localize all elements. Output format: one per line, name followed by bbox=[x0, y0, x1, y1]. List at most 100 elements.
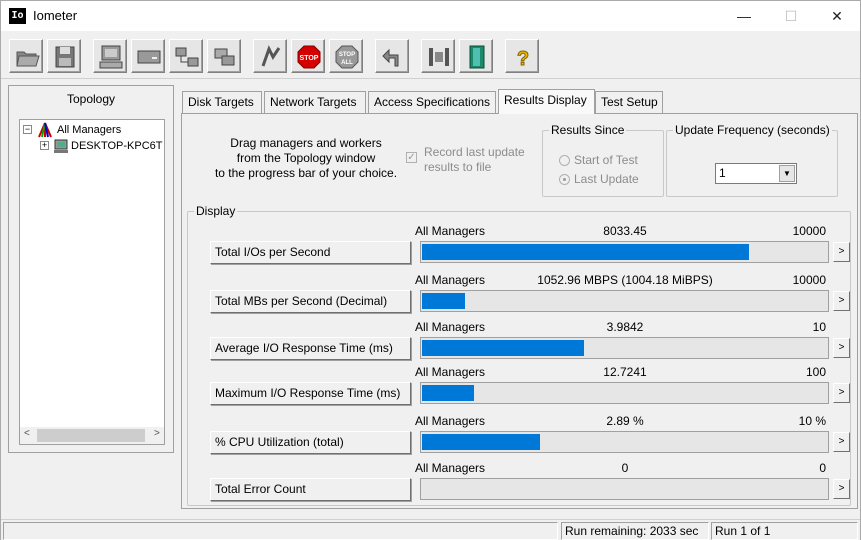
metric-progress-bar[interactable] bbox=[420, 337, 829, 359]
metric-max-label: 10 % bbox=[798, 414, 826, 428]
metric-value-label: 0 bbox=[621, 461, 629, 475]
exit-button[interactable] bbox=[459, 39, 493, 73]
tab-disk-targets[interactable]: Disk Targets bbox=[182, 91, 262, 113]
close-button[interactable]: ✕ bbox=[814, 1, 860, 31]
record-results-checkbox[interactable]: ✓ Record last update results to file bbox=[406, 145, 546, 175]
metric-source-label: All Managers bbox=[415, 461, 486, 475]
display-legend: Display bbox=[196, 204, 236, 218]
update-frequency-legend: Update Frequency (seconds) bbox=[675, 123, 830, 137]
metric-source-label: All Managers bbox=[415, 224, 486, 238]
drag-instructions: Drag managers and workers from the Topol… bbox=[214, 136, 398, 180]
display-group: Display All Managers 8033.45 10000 Total I/… bbox=[187, 204, 851, 506]
metric-more-button[interactable]: > bbox=[833, 479, 850, 499]
svg-text:STOP: STOP bbox=[300, 55, 319, 62]
expand-icon[interactable]: + bbox=[40, 141, 49, 150]
reset-workers-button[interactable] bbox=[375, 39, 409, 73]
open-config-button[interactable] bbox=[9, 39, 43, 73]
metric-progress-bar[interactable] bbox=[420, 431, 829, 453]
scroll-right-icon[interactable]: > bbox=[154, 428, 160, 439]
computer-icon bbox=[99, 45, 123, 69]
metric-select-button[interactable]: Total Error Count bbox=[210, 478, 411, 501]
save-config-button[interactable] bbox=[47, 39, 81, 73]
metric-more-button[interactable]: > bbox=[833, 432, 850, 452]
metric-progress-bar[interactable] bbox=[420, 382, 829, 404]
undo-arrow-icon bbox=[382, 48, 399, 67]
duplicate-worker-button[interactable] bbox=[169, 39, 203, 73]
radio-start-of-test[interactable]: Start of Test bbox=[559, 153, 638, 167]
metric-progress-bar[interactable] bbox=[420, 290, 829, 312]
tab-network-targets[interactable]: Network Targets bbox=[264, 91, 366, 113]
metric-value-label: 1052.96 MBPS (1004.18 MiBPS) bbox=[537, 273, 713, 287]
metric-select-button[interactable]: Total MBs per Second (Decimal) bbox=[210, 290, 411, 313]
network-icon bbox=[175, 47, 199, 67]
record-label-line2: results to file bbox=[424, 160, 492, 174]
results-since-group: Results Since Start of Test Last Update bbox=[542, 123, 664, 197]
manager-computer-icon bbox=[54, 139, 68, 153]
new-disk-worker-button[interactable] bbox=[93, 39, 127, 73]
metric-select-button[interactable]: % CPU Utilization (total) bbox=[210, 431, 411, 454]
stop-all-tests-button[interactable]: STOP ALL bbox=[329, 39, 363, 73]
metric-source-label: All Managers bbox=[415, 320, 486, 334]
dropdown-arrow-icon[interactable]: ▼ bbox=[779, 165, 795, 182]
metric-source-label: All Managers bbox=[415, 365, 486, 379]
tab-access-specifications[interactable]: Access Specifications bbox=[368, 91, 496, 113]
metric-max-label: 0 bbox=[819, 461, 826, 475]
title-bar: Io Iometer — ☐ ✕ bbox=[1, 1, 860, 31]
radio-circle[interactable] bbox=[559, 155, 570, 167]
metric-more-button[interactable]: > bbox=[833, 383, 850, 403]
stop-sign-icon: STOP bbox=[297, 45, 321, 69]
scrollbar-thumb[interactable] bbox=[37, 429, 145, 442]
green-flag-icon bbox=[261, 45, 281, 67]
svg-text:STOP: STOP bbox=[339, 52, 355, 58]
update-frequency-select[interactable]: 1 ▼ bbox=[715, 163, 797, 184]
about-button[interactable]: ? bbox=[505, 39, 539, 73]
metric-more-button[interactable]: > bbox=[833, 242, 850, 262]
results-display-panel: Drag managers and workers from the Topol… bbox=[181, 113, 858, 509]
metric-progress-fill bbox=[422, 293, 465, 309]
metric-progress-fill bbox=[422, 340, 584, 356]
tab-test-setup[interactable]: Test Setup bbox=[595, 91, 663, 113]
metric-progress-bar[interactable] bbox=[420, 478, 829, 500]
radio-circle-selected[interactable] bbox=[559, 174, 570, 186]
run-remaining: Run remaining: 2033 sec bbox=[561, 522, 709, 540]
start-tests-button[interactable] bbox=[253, 39, 287, 73]
run-count: Run 1 of 1 bbox=[711, 522, 858, 540]
minimize-button[interactable]: — bbox=[721, 1, 767, 31]
metric-select-button[interactable]: Maximum I/O Response Time (ms) bbox=[210, 382, 411, 405]
svg-text:?: ? bbox=[517, 48, 529, 70]
stop-current-test-button[interactable]: STOP bbox=[291, 39, 325, 73]
metric-value-label: 12.7241 bbox=[603, 365, 647, 379]
toolbar: STOP STOP ALL ? bbox=[1, 31, 860, 79]
metric-max-label: 100 bbox=[805, 365, 826, 379]
topology-tree[interactable]: − All Managers + DESKTOP-KPC6T < > bbox=[19, 119, 165, 445]
open-folder-icon bbox=[16, 51, 40, 67]
metric-progress-fill bbox=[422, 434, 540, 450]
topology-panel: Topology − All Managers + DESKTOP-KPC6T … bbox=[8, 85, 174, 453]
collapse-icon[interactable]: − bbox=[23, 125, 32, 134]
tab-results-display[interactable]: Results Display bbox=[498, 89, 595, 114]
metric-select-button[interactable]: Average I/O Response Time (ms) bbox=[210, 337, 411, 360]
metric-value-label: 2.89 % bbox=[606, 414, 644, 428]
metric-select-button[interactable]: Total I/Os per Second bbox=[210, 241, 411, 264]
update-frequency-group: Update Frequency (seconds) 1 ▼ bbox=[666, 123, 838, 197]
all-managers-icon bbox=[38, 122, 52, 138]
metric-more-button[interactable]: > bbox=[833, 338, 850, 358]
metric-progress-bar[interactable] bbox=[420, 241, 829, 263]
new-network-worker-button[interactable] bbox=[131, 39, 165, 73]
record-label-line1: Record last update bbox=[424, 145, 525, 159]
exit-iometer-prompt-button[interactable] bbox=[421, 39, 455, 73]
scroll-left-icon[interactable]: < bbox=[24, 428, 30, 439]
window-title: Iometer bbox=[33, 8, 78, 23]
tree-horizontal-scrollbar[interactable]: < > bbox=[20, 427, 164, 444]
radio-last-update[interactable]: Last Update bbox=[559, 172, 639, 186]
svg-text:ALL: ALL bbox=[341, 60, 353, 66]
update-frequency-value: 1 bbox=[719, 166, 726, 180]
stop-all-icon: STOP ALL bbox=[335, 45, 359, 69]
disconnect-manager-button[interactable] bbox=[207, 39, 241, 73]
checkbox-check-icon[interactable]: ✓ bbox=[406, 152, 417, 163]
maximize-button[interactable]: ☐ bbox=[768, 1, 814, 31]
metric-source-label: All Managers bbox=[415, 414, 486, 428]
metric-more-button[interactable]: > bbox=[833, 291, 850, 311]
workers-icon bbox=[429, 48, 449, 66]
status-message bbox=[3, 522, 558, 540]
